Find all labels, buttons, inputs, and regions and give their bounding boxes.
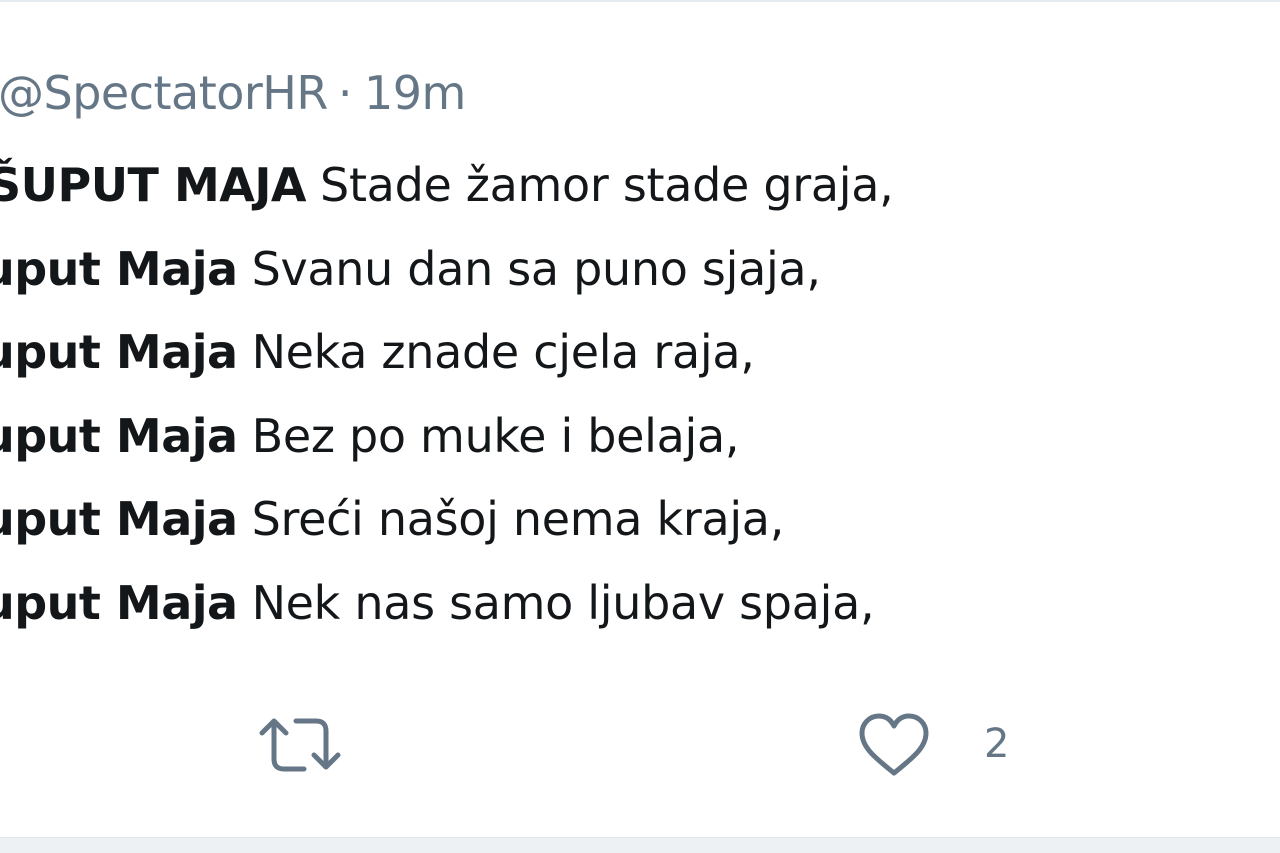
like-count: 2 <box>984 721 1010 767</box>
tweet-line-text: Bez po muke i belaja, <box>251 408 740 463</box>
tweet-line-bold: uput Maja <box>0 492 238 546</box>
tweet-timestamp[interactable]: 19m <box>364 66 466 120</box>
tweet-line-text: Stade žamor stade graja, <box>320 158 894 212</box>
tweet-line-bold: ŠUPUT MAJA <box>0 158 307 212</box>
bottom-divider <box>0 837 1280 853</box>
tweet-line-text: Svanu dan sa puno sjaja, <box>251 241 821 296</box>
tweet-line-bold: uput Maja <box>0 408 238 463</box>
tweet[interactable]: @SpectatorHR · 19m ŠUPUT MAJA Stade žamor s… <box>0 0 1280 836</box>
tweet-line: ŠUPUT MAJA Stade žamor stade graja, <box>0 158 1268 242</box>
tweet-text: ŠUPUT MAJA Stade žamor stade graja, uput … <box>0 158 1280 659</box>
tweet-line: uput Maja Svanu dan sa puno sjaja, <box>0 242 1262 326</box>
user-handle[interactable]: @SpectatorHR <box>0 66 328 120</box>
retweet-button[interactable] <box>252 709 348 781</box>
tweet-line: uput Maja Sreći našoj nema kraja, <box>0 492 1262 576</box>
tweet-header: @SpectatorHR · 19m <box>0 66 466 136</box>
tweet-line-text: Nek nas samo ljubav spaja, <box>251 575 875 630</box>
retweet-icon <box>259 718 341 772</box>
tweet-line: uput Maja Nek nas samo ljubav spaja, <box>0 576 1262 660</box>
tweet-line-text: Neka znade cjela raja, <box>251 325 755 379</box>
like-button[interactable] <box>852 709 936 781</box>
tweet-line-bold: uput Maja <box>0 241 238 296</box>
tweet-line: uput Maja Neka znade cjela raja, <box>0 325 1262 409</box>
tweet-line-bold: uput Maja <box>0 575 238 630</box>
tweet-line-bold: uput Maja <box>0 325 238 379</box>
header-separator: · <box>337 66 353 120</box>
tweet-line-text: Sreći našoj nema kraja, <box>251 492 785 546</box>
heart-icon <box>859 713 929 776</box>
tweet-actions: 2 <box>0 705 1280 785</box>
tweet-line: uput Maja Bez po muke i belaja, <box>0 409 1262 493</box>
